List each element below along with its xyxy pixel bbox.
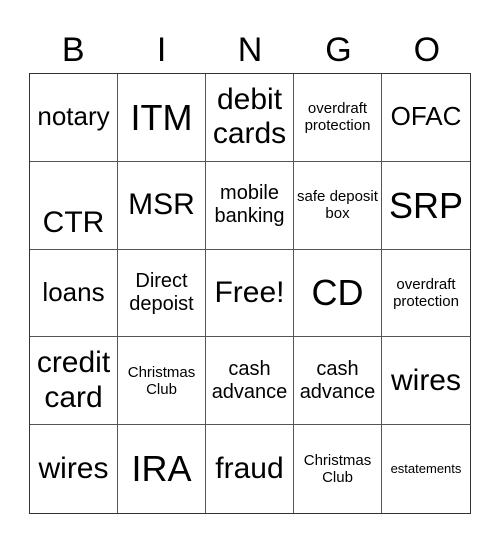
bingo-cell[interactable]: estatements [382,425,470,513]
header-letter-g: G [325,31,352,69]
bingo-cell[interactable]: CD [294,249,382,338]
bingo-cell[interactable]: cash advance [294,337,382,426]
bingo-cell[interactable]: CTR [30,161,118,250]
bingo-cell[interactable]: fraud [206,425,294,513]
bingo-cell[interactable]: wires [30,425,118,513]
bingo-cell[interactable]: SRP [382,162,470,250]
bingo-cell[interactable]: credit card [30,337,118,426]
header-letter-i: I [156,31,167,69]
bingo-cell[interactable]: cash advance [206,337,294,426]
bingo-cell[interactable]: Direct depoist [118,249,206,338]
bingo-cell[interactable]: overdraft protection [382,250,470,338]
bingo-cell[interactable]: notary [30,74,118,162]
bingo-cell[interactable]: Christmas Club [118,337,206,426]
bingo-cell[interactable]: MSR [118,161,206,250]
header-letter-o: O [413,31,441,69]
bingo-grid: notary ITM debit cards overdraft protect… [29,73,471,514]
bingo-cell[interactable]: safe deposit box [294,161,382,250]
header-letter-n: N [237,31,263,69]
bingo-cell[interactable]: overdraft protection [294,74,382,162]
header-letter-b: B [61,31,85,69]
free-space[interactable]: Free! [206,249,294,338]
bingo-cell[interactable]: wires [382,337,470,426]
bingo-cell[interactable]: ITM [118,74,206,162]
bingo-cell[interactable]: debit cards [206,74,294,162]
bingo-cell[interactable]: loans [30,249,118,338]
bingo-cell[interactable]: IRA [118,425,206,513]
bingo-header: B I N G O [29,28,471,72]
bingo-cell[interactable]: Christmas Club [294,425,382,513]
bingo-cell[interactable]: mobile banking [206,161,294,250]
bingo-cell[interactable]: OFAC [382,74,470,162]
